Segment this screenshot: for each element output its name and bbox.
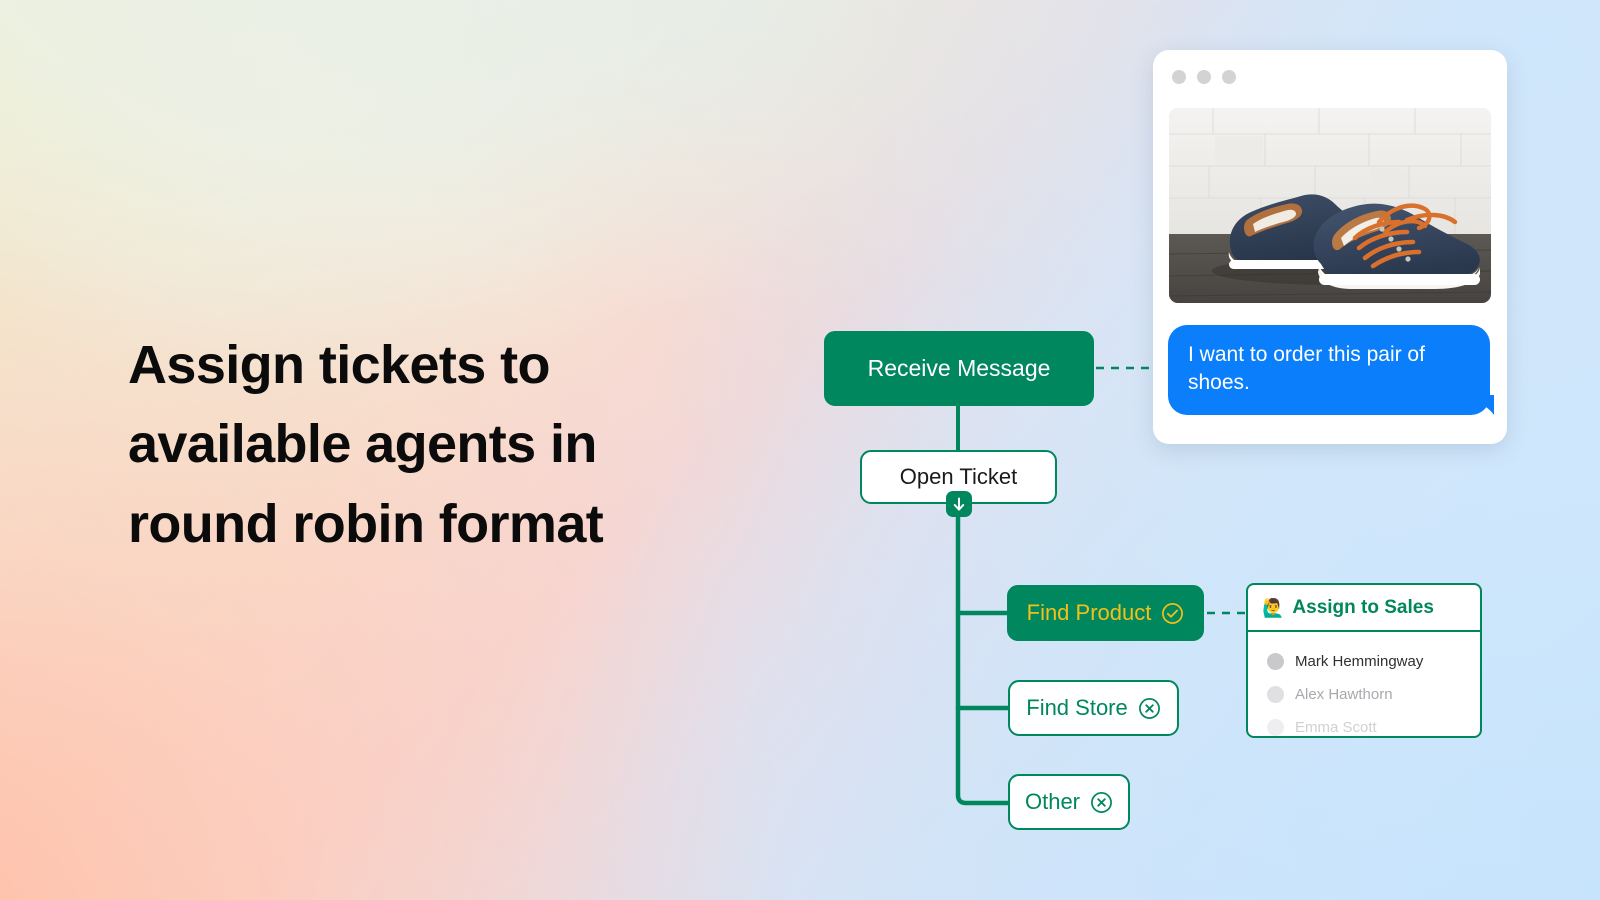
person-raising-hand-icon: 🙋‍♂️ (1262, 597, 1285, 618)
flow-node-label: Open Ticket (899, 464, 1018, 489)
chat-bubble-tail-glyph (1472, 394, 1494, 415)
agent-name: Alex Hawthorn (1295, 686, 1393, 703)
agent-list-item[interactable]: Alex Hawthorn (1248, 678, 1480, 711)
chat-window: I want to order this pair of shoes. (1153, 50, 1507, 444)
agent-list-item[interactable]: Mark Hemmingway (1248, 645, 1480, 678)
arrow-down-icon[interactable] (946, 491, 972, 517)
assign-panel-header: 🙋‍♂️ Assign to Sales (1248, 585, 1480, 632)
window-dot-close[interactable] (1172, 70, 1186, 84)
assign-panel-title: Assign to Sales (1292, 596, 1434, 618)
agent-list-item[interactable]: Emma Scott (1248, 711, 1480, 736)
flow-node-find-product[interactable]: Find Product (1007, 585, 1204, 641)
flow-node-label: Other (1024, 789, 1081, 814)
avatar (1267, 653, 1284, 670)
connector-trunk-to-other (955, 501, 1011, 806)
agent-name: Mark Hemmingway (1295, 653, 1424, 670)
sneakers-illustration (1169, 108, 1491, 303)
x-circle-icon[interactable] (1138, 697, 1161, 720)
flow-node-label: Find Store (1026, 695, 1128, 720)
check-circle-icon[interactable] (1161, 602, 1184, 625)
window-dot-maximize[interactable] (1222, 70, 1236, 84)
avatar (1267, 719, 1284, 736)
flow-node-label: Find Product (1026, 600, 1152, 625)
agent-list: Mark Hemmingway Alex Hawthorn Emma Scott (1248, 632, 1480, 736)
flow-node-other[interactable]: Other (1008, 774, 1130, 830)
window-dot-minimize[interactable] (1197, 70, 1211, 84)
agent-name: Emma Scott (1295, 719, 1377, 736)
flow-node-find-store[interactable]: Find Store (1008, 680, 1179, 736)
x-circle-icon[interactable] (1090, 791, 1113, 814)
chat-bubble-tail (1472, 394, 1494, 415)
assign-to-sales-panel: 🙋‍♂️ Assign to Sales Mark Hemmingway Ale… (1246, 583, 1482, 738)
chat-message-text: I want to order this pair of shoes. (1188, 343, 1425, 395)
avatar (1267, 686, 1284, 703)
page-title: Assign tickets to available agents in ro… (128, 335, 604, 554)
flow-node-receive-message[interactable]: Receive Message (824, 331, 1094, 406)
product-image-sneakers (1169, 108, 1491, 303)
flow-node-label: Receive Message (867, 355, 1051, 381)
x-circle-glyph (1091, 791, 1112, 813)
check-circle-glyph (1162, 602, 1184, 624)
window-traffic-lights (1172, 70, 1236, 84)
arrow-down-glyph (953, 497, 965, 511)
x-circle-glyph (1138, 697, 1160, 719)
chat-message-bubble: I want to order this pair of shoes. (1168, 325, 1494, 415)
